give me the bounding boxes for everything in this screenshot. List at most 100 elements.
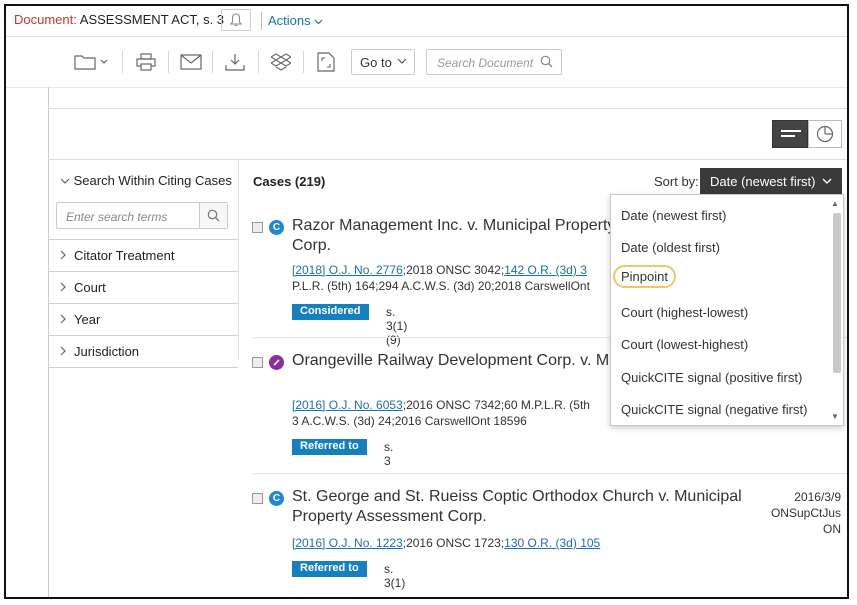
divider — [303, 51, 304, 73]
top-bar: Document: ASSESSMENT ACT, s. 3 Actions — [6, 6, 847, 37]
treatment-tag: Considered — [292, 304, 369, 320]
filter-label: Citator Treatment — [74, 248, 175, 263]
divider — [258, 51, 259, 73]
document-label: Document: ASSESSMENT ACT, s. 3 — [14, 12, 224, 27]
divider — [48, 367, 238, 368]
divider — [252, 473, 847, 474]
divider — [261, 12, 262, 30]
filter-label: Year — [74, 312, 101, 327]
scroll-down-icon[interactable]: ▼ — [831, 412, 839, 421]
citation-link[interactable]: [2016] O.J. No. 1223 — [292, 536, 403, 550]
citation-text: ;2016 ONSC 1723; — [402, 536, 505, 550]
divider — [168, 51, 169, 73]
search-terms-input[interactable]: Enter search terms — [56, 202, 228, 229]
folder-icon[interactable] — [72, 51, 112, 73]
filter-court[interactable]: Court — [48, 271, 238, 303]
quickcite-signal-icon[interactable] — [269, 355, 284, 370]
filter-year[interactable]: Year — [48, 303, 238, 335]
view-toggle — [772, 120, 842, 148]
citation-text: ;2018 ONSC 3042; — [402, 263, 505, 277]
sort-dropdown-menu: Date (newest first) Date (oldest first) … — [610, 194, 844, 426]
case-meta: 2016/3/9 ONSupCtJus ON — [771, 489, 841, 537]
section-ref: s. 3(1)(9) — [386, 305, 408, 347]
citation-text: ;2016 ONSC 7342;60 M.P.L.R. (5th — [402, 398, 590, 412]
case-checkbox[interactable] — [252, 222, 263, 233]
divider — [48, 108, 847, 109]
chevron-down-icon — [822, 173, 832, 188]
search-icon[interactable] — [540, 55, 553, 71]
sort-option-court-high-low[interactable]: Court (highest-lowest) — [621, 305, 748, 320]
chevron-down-icon — [397, 55, 407, 67]
sort-option-date-newest[interactable]: Date (newest first) — [621, 208, 726, 223]
goto-label: Go to — [360, 55, 392, 70]
citation-link[interactable]: [2016] O.J. No. 6053 — [292, 398, 403, 412]
chevron-down-icon — [60, 173, 74, 188]
chevron-down-icon — [314, 13, 323, 28]
case-citations: [2016] O.J. No. 1223;2016 ONSC 1723;130 … — [292, 535, 732, 551]
list-view-icon[interactable] — [772, 120, 808, 148]
sort-option-label: Pinpoint — [613, 265, 676, 288]
case-checkbox[interactable] — [252, 493, 263, 504]
divider — [122, 51, 123, 73]
filter-jurisdiction[interactable]: Jurisdiction — [48, 335, 238, 367]
chevron-right-icon — [60, 346, 74, 359]
section-ref: s. 3 — [384, 440, 394, 468]
sort-value: Date (newest first) — [710, 174, 816, 189]
case-checkbox[interactable] — [252, 357, 263, 368]
app-frame: Document: ASSESSMENT ACT, s. 3 Actions G… — [4, 4, 849, 599]
filter-citator-treatment[interactable]: Citator Treatment — [48, 239, 238, 271]
sort-option-quickcite-positive[interactable]: QuickCITE signal (positive first) — [621, 370, 802, 385]
email-icon[interactable] — [178, 51, 204, 73]
case-jurisdiction: ON — [823, 522, 841, 536]
chevron-right-icon — [60, 250, 74, 263]
citation-link[interactable]: 142 O.R. (3d) 3 — [504, 263, 587, 277]
goto-dropdown[interactable]: Go to — [351, 49, 415, 75]
cases-count: Cases (219) — [253, 174, 326, 189]
dropbox-icon[interactable] — [268, 51, 294, 73]
search-within-toggle[interactable]: Search Within Citing Cases — [60, 173, 232, 188]
dropdown-scrollbar[interactable]: ▲ ▼ — [831, 199, 841, 421]
print-icon[interactable] — [133, 51, 159, 73]
treatment-tag: Referred to — [292, 561, 367, 577]
sort-by-label: Sort by: — [654, 174, 699, 189]
sort-option-pinpoint[interactable]: Pinpoint — [613, 265, 676, 288]
filter-label: Jurisdiction — [74, 344, 140, 359]
divider — [48, 159, 847, 160]
search-terms-placeholder: Enter search terms — [66, 210, 168, 224]
divider — [212, 51, 213, 73]
search-document-input[interactable]: Search Document — [426, 49, 562, 75]
search-within-heading: Search Within Citing Cases — [73, 173, 232, 188]
scroll-thumb[interactable] — [833, 213, 841, 373]
section-ref: s. 3(1) — [384, 562, 406, 590]
treatment-tag: Referred to — [292, 439, 367, 455]
sort-option-date-oldest[interactable]: Date (oldest first) — [621, 240, 720, 255]
chevron-right-icon — [60, 282, 74, 295]
search-document-placeholder: Search Document — [437, 56, 534, 70]
sort-option-court-low-high[interactable]: Court (lowest-highest) — [621, 337, 748, 352]
download-icon[interactable] — [222, 51, 248, 73]
case-court: ONSupCtJus — [770, 506, 841, 520]
scroll-up-icon[interactable]: ▲ — [831, 199, 839, 208]
expand-icon[interactable] — [313, 51, 339, 73]
citation-text: 3 A.C.W.S. (3d) 24;2016 CarswellOnt 1859… — [292, 414, 527, 428]
chevron-right-icon — [60, 314, 74, 327]
citation-text: P.L.R. (5th) 164;294 A.C.W.S. (3d) 20;20… — [292, 279, 590, 293]
filter-label: Court — [74, 280, 106, 295]
actions-label: Actions — [268, 13, 311, 28]
document-title: ASSESSMENT ACT, s. 3 — [79, 12, 225, 27]
quickcite-signal-icon[interactable]: C — [269, 220, 284, 235]
citation-link[interactable]: [2018] O.J. No. 2776 — [292, 263, 403, 277]
case-date: 2016/3/9 — [794, 490, 841, 504]
divider — [238, 160, 239, 360]
pie-chart-icon[interactable] — [808, 120, 842, 148]
document-toolbar: Go to Search Document — [6, 37, 847, 88]
sort-select[interactable]: Date (newest first) — [700, 168, 842, 194]
citation-link[interactable]: 130 O.R. (3d) 105 — [504, 536, 600, 550]
bell-icon[interactable] — [221, 9, 251, 31]
quickcite-signal-icon[interactable]: C — [269, 491, 284, 506]
search-icon[interactable] — [199, 203, 227, 228]
case-title[interactable]: St. George and St. Rueiss Coptic Orthodo… — [292, 487, 742, 527]
actions-menu[interactable]: Actions — [268, 13, 323, 28]
sort-option-quickcite-negative[interactable]: QuickCITE signal (negative first) — [621, 402, 807, 417]
document-prefix: Document: — [14, 12, 77, 27]
